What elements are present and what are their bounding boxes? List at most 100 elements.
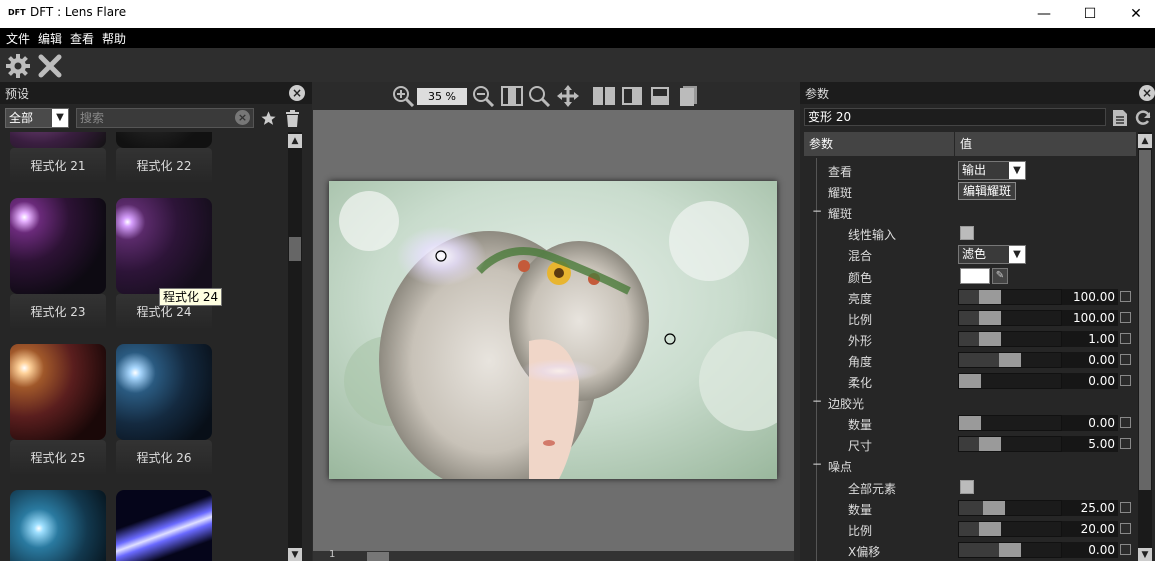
menu-help[interactable]: 帮助 xyxy=(102,30,126,47)
parameter-slider[interactable] xyxy=(958,499,1062,516)
spinner-icon[interactable] xyxy=(1120,522,1131,534)
parameter-slider[interactable] xyxy=(958,520,1062,537)
preset-thumbnail[interactable] xyxy=(116,344,212,440)
single-view-icon[interactable] xyxy=(680,86,698,106)
close-presets-icon[interactable]: × xyxy=(289,85,305,101)
parameter-slider[interactable] xyxy=(958,330,1062,347)
chevron-down-icon[interactable]: ▼ xyxy=(1009,162,1025,179)
parameter-slider[interactable] xyxy=(958,351,1062,368)
spinner-icon[interactable] xyxy=(1120,438,1131,450)
horizontal-scroll-thumb[interactable] xyxy=(367,552,389,561)
parameter-value-field[interactable]: 100.00 xyxy=(1062,309,1118,326)
split-vertical-icon[interactable] xyxy=(622,87,642,105)
slider-thumb[interactable] xyxy=(999,352,1021,367)
refresh-icon[interactable] xyxy=(1134,109,1152,127)
scroll-thumb[interactable] xyxy=(1139,150,1151,490)
parameter-dropdown[interactable]: 滤色 ▼ xyxy=(958,245,1026,265)
preset-thumbnail[interactable] xyxy=(116,198,212,294)
preset-thumbnail[interactable] xyxy=(10,490,106,561)
collapse-toggle-icon[interactable]: − xyxy=(812,204,822,218)
zoom-icon[interactable] xyxy=(527,85,551,107)
preset-thumbnail[interactable] xyxy=(10,198,106,294)
close-x-icon[interactable] xyxy=(38,54,62,78)
parameter-slider[interactable] xyxy=(958,541,1062,558)
color-swatch[interactable] xyxy=(960,267,990,284)
edit-flare-button[interactable]: 编辑耀斑 xyxy=(958,182,1016,201)
zoom-level-field[interactable]: 35 % xyxy=(417,88,467,105)
scroll-down-icon[interactable]: ▼ xyxy=(288,548,302,561)
chevron-down-icon[interactable]: ▼ xyxy=(1009,246,1025,264)
spinner-icon[interactable] xyxy=(1120,332,1131,344)
scroll-thumb[interactable] xyxy=(289,237,301,261)
scroll-up-icon[interactable]: ▲ xyxy=(288,134,302,148)
preset-name-field[interactable]: 变形 20 xyxy=(804,108,1106,126)
clear-search-icon[interactable]: × xyxy=(235,110,250,125)
spinner-icon[interactable] xyxy=(1120,290,1131,302)
parameter-checkbox[interactable] xyxy=(960,479,974,494)
zoom-in-icon[interactable] xyxy=(391,85,415,107)
spinner-icon[interactable] xyxy=(1120,543,1131,555)
menu-edit[interactable]: 编辑 xyxy=(38,30,62,47)
spinner-icon[interactable] xyxy=(1120,311,1131,323)
slider-thumb[interactable] xyxy=(959,416,981,431)
maximize-button[interactable]: ☐ xyxy=(1067,0,1113,28)
parameter-value-field[interactable]: 0.00 xyxy=(1062,373,1118,389)
parameter-value-field[interactable]: 20.00 xyxy=(1062,520,1118,537)
search-input[interactable]: 搜索 × xyxy=(76,108,254,128)
preset-thumbnail[interactable] xyxy=(10,344,106,440)
preset-thumbnail[interactable] xyxy=(116,490,212,561)
preset-filter-select[interactable]: 全部 ▼ xyxy=(5,108,69,128)
spinner-icon[interactable] xyxy=(1120,353,1131,365)
split-horizontal-icon[interactable] xyxy=(651,87,669,105)
slider-thumb[interactable] xyxy=(983,500,1005,515)
close-window-button[interactable]: ✕ xyxy=(1113,0,1155,28)
star-icon[interactable] xyxy=(260,110,277,127)
menu-view[interactable]: 查看 xyxy=(70,30,94,47)
slider-thumb[interactable] xyxy=(979,521,1001,536)
parameter-checkbox[interactable] xyxy=(960,226,974,241)
parameter-slider[interactable] xyxy=(958,373,1062,389)
minimize-button[interactable]: — xyxy=(1021,0,1067,28)
document-icon[interactable] xyxy=(1112,109,1128,127)
gear-icon[interactable] xyxy=(5,53,31,79)
trash-icon[interactable] xyxy=(285,110,300,127)
scroll-up-icon[interactable]: ▲ xyxy=(1138,134,1152,148)
parameter-dropdown[interactable]: 输出 ▼ xyxy=(958,161,1026,180)
slider-thumb[interactable] xyxy=(979,310,1001,325)
slider-thumb[interactable] xyxy=(959,374,981,388)
close-parameters-icon[interactable]: × xyxy=(1139,85,1155,101)
chevron-down-icon[interactable]: ▼ xyxy=(52,109,68,127)
slider-thumb[interactable] xyxy=(999,542,1021,557)
parameter-value-field[interactable]: 0.00 xyxy=(1062,415,1118,432)
spinner-icon[interactable] xyxy=(1120,417,1131,429)
parameter-slider[interactable] xyxy=(958,436,1062,453)
eyedropper-icon[interactable]: ✎ xyxy=(992,267,1008,284)
parameter-value-field[interactable]: 1.00 xyxy=(1062,330,1118,347)
parameters-scrollbar[interactable]: ▲ ▼ xyxy=(1138,132,1152,561)
pan-move-icon[interactable] xyxy=(556,84,580,108)
preset-thumbnail[interactable] xyxy=(116,132,212,148)
parameter-value-field[interactable]: 25.00 xyxy=(1062,499,1118,516)
slider-thumb[interactable] xyxy=(979,331,1001,346)
parameter-value-field[interactable]: 0.00 xyxy=(1062,351,1118,368)
parameter-value-field[interactable]: 5.00 xyxy=(1062,436,1118,453)
spinner-icon[interactable] xyxy=(1120,501,1131,513)
parameter-value-field[interactable]: 0.00 xyxy=(1062,541,1118,558)
zoom-out-icon[interactable] xyxy=(471,85,495,107)
preset-thumbnail[interactable] xyxy=(10,132,106,148)
preview-image[interactable] xyxy=(329,181,777,479)
parameter-slider[interactable] xyxy=(958,288,1062,305)
spinner-icon[interactable] xyxy=(1120,375,1131,386)
collapse-toggle-icon[interactable]: − xyxy=(812,394,822,408)
parameter-value-field[interactable]: 100.00 xyxy=(1062,288,1118,305)
slider-thumb[interactable] xyxy=(979,289,1001,304)
fit-window-icon[interactable] xyxy=(501,86,523,106)
split-view-icon[interactable] xyxy=(593,87,615,105)
scroll-down-icon[interactable]: ▼ xyxy=(1138,548,1152,561)
collapse-toggle-icon[interactable]: − xyxy=(812,457,822,471)
presets-scrollbar[interactable]: ▲ ▼ xyxy=(288,132,302,561)
menu-file[interactable]: 文件 xyxy=(6,30,30,47)
parameter-slider[interactable] xyxy=(958,415,1062,432)
parameter-slider[interactable] xyxy=(958,309,1062,326)
slider-thumb[interactable] xyxy=(979,437,1001,452)
